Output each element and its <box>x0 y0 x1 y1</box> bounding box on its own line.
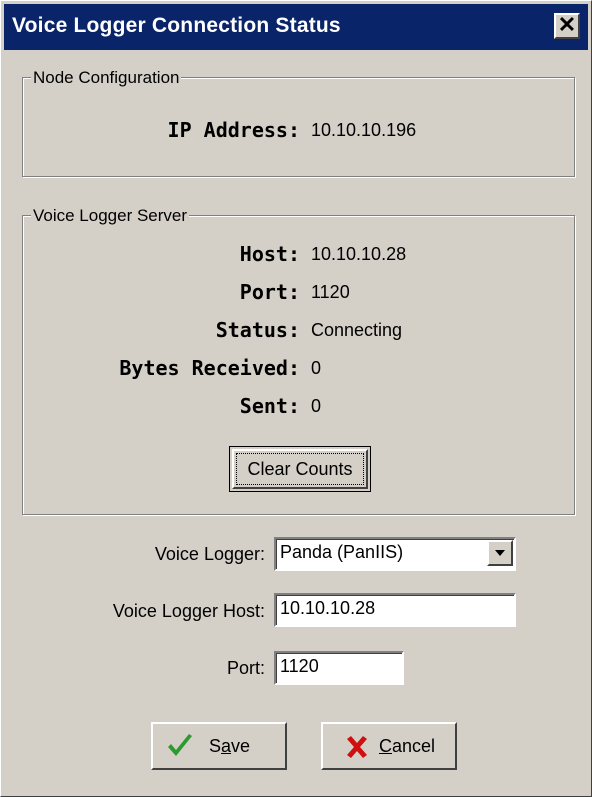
port-input-value: 1120 <box>280 656 319 676</box>
title-bar[interactable]: Voice Logger Connection Status ✕ <box>4 4 588 50</box>
dialog-window: Voice Logger Connection Status ✕ Node Co… <box>0 0 592 797</box>
clear-counts-button[interactable]: Clear Counts <box>229 446 371 492</box>
cancel-label: Cancel <box>379 736 436 756</box>
host-label: Host: <box>239 242 300 266</box>
close-icon: ✕ <box>557 12 577 37</box>
save-label: Save <box>209 736 251 756</box>
node-configuration-group: Node Configuration IP Address: 10.10.10.… <box>22 68 575 177</box>
voice-logger-host-value: 10.10.10.28 <box>280 598 376 618</box>
checkmark-icon <box>168 734 192 756</box>
port-label: Port: <box>239 280 300 304</box>
voice-logger-selected: Panda (PanIIS) <box>280 542 404 562</box>
sent-label: Sent: <box>239 394 300 418</box>
window-title: Voice Logger Connection Status <box>12 14 341 37</box>
status-label: Status: <box>215 318 300 342</box>
sent-value: 0 <box>311 396 322 416</box>
voice-logger-server-legend: Voice Logger Server <box>31 206 190 226</box>
bytes-received-label: Bytes Received: <box>119 356 300 380</box>
voice-logger-host-label: Voice Logger Host: <box>112 601 265 621</box>
status-value: Connecting <box>311 320 403 340</box>
node-configuration-legend: Node Configuration <box>31 68 182 88</box>
cancel-button[interactable]: Cancel <box>321 722 457 770</box>
voice-logger-label: Voice Logger: <box>154 544 265 564</box>
voice-logger-select[interactable]: Panda (PanIIS) <box>274 537 516 571</box>
dropdown-button[interactable] <box>487 540 513 566</box>
port-input[interactable]: 1120 <box>274 651 404 685</box>
x-icon <box>347 736 367 758</box>
clear-counts-label: Clear Counts <box>247 459 353 479</box>
ip-address-value: 10.10.10.196 <box>311 120 417 140</box>
voice-logger-host-input[interactable]: 10.10.10.28 <box>274 593 516 627</box>
ip-address-label: IP Address: <box>167 118 300 142</box>
host-value: 10.10.10.28 <box>311 244 407 264</box>
save-button[interactable]: Save <box>151 722 287 770</box>
form-port-label: Port: <box>226 658 265 678</box>
bytes-received-value: 0 <box>311 358 322 378</box>
voice-logger-server-group: Voice Logger Server Host: 10.10.10.28 Po… <box>22 206 575 515</box>
chevron-down-icon <box>495 550 505 556</box>
port-value: 1120 <box>311 282 350 302</box>
close-button[interactable]: ✕ <box>554 13 580 39</box>
